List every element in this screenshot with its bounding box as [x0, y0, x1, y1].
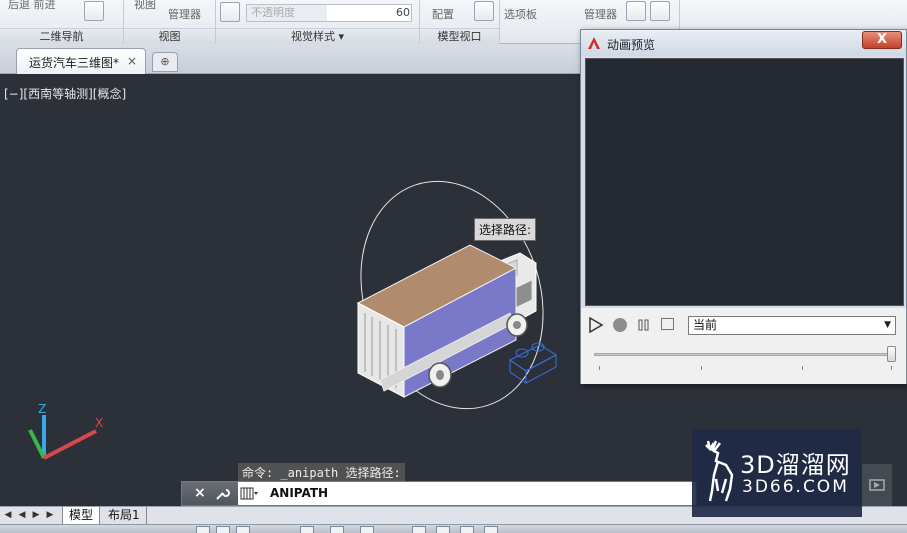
watermark-logo: 3D溜溜网 3D66.COM	[692, 429, 862, 517]
pause-icon[interactable]	[638, 319, 650, 331]
slider-tick	[599, 366, 600, 370]
status-toggle[interactable]	[236, 526, 250, 533]
ucs-icon: Z X	[28, 402, 103, 460]
command-input[interactable]: ANIPATH	[270, 486, 328, 500]
frame-slider-track[interactable]	[594, 353, 892, 356]
ribbon-panel-title: 二维导航	[0, 28, 123, 44]
tab-layout1[interactable]: 布局1	[102, 507, 147, 525]
viewport-config-label[interactable]: 配置	[432, 6, 454, 22]
animation-controls: 当前 ▼	[581, 308, 906, 384]
ribbon-panel-visual-styles: 不透明度 60 视觉样式 ▾	[216, 0, 420, 44]
slider-tick	[891, 366, 892, 370]
properties-icon[interactable]	[626, 1, 646, 21]
dialog-title: 动画预览	[607, 38, 656, 52]
svg-text:Z: Z	[38, 402, 46, 416]
frame-slider-thumb[interactable]	[887, 346, 896, 362]
named-viewports-icon[interactable]	[474, 1, 494, 21]
watermark-domain: 3D66.COM	[742, 477, 849, 497]
command-line-tools: ×	[182, 482, 238, 505]
last-tab-icon[interactable]: ▶	[44, 509, 56, 522]
ribbon-panel-model-viewports: 配置 模型视口	[420, 0, 500, 44]
ribbon-panel-view: 视图 管理器 视图	[124, 0, 216, 44]
design-center-icon[interactable]	[650, 1, 670, 21]
wrench-icon[interactable]	[214, 486, 230, 502]
view-button-label[interactable]: 视图	[134, 0, 156, 12]
close-icon[interactable]: ×	[194, 485, 206, 501]
status-toggle[interactable]	[460, 526, 474, 533]
command-line[interactable]: × ANIPATH	[181, 481, 697, 506]
visual-style-value: 当前	[693, 318, 718, 332]
svg-text:X: X	[95, 416, 103, 430]
deer-logo-icon	[705, 440, 734, 502]
visual-style-select[interactable]: 当前 ▼	[688, 316, 896, 335]
autocad-logo-icon	[588, 37, 600, 49]
status-toggle[interactable]	[484, 526, 498, 533]
close-button[interactable]: X	[862, 31, 902, 49]
save-animation-icon[interactable]	[661, 318, 674, 330]
slider-tick	[701, 366, 702, 370]
chevron-down-icon: ▼	[884, 320, 891, 330]
command-history: 命令: _anipath 选择路径:	[238, 463, 405, 482]
ribbon-panel-title: 模型视口	[420, 28, 499, 44]
animation-preview-dialog: 动画预览 X 当前 ▼	[580, 29, 907, 384]
ribbon-panel-2d-navigation: 后退 前进 二维导航	[0, 0, 124, 44]
opacity-slider[interactable]: 不透明度	[246, 4, 412, 22]
status-toggle[interactable]	[436, 526, 450, 533]
tab-model[interactable]: 模型	[62, 507, 101, 525]
truck-model	[356, 244, 537, 398]
visual-style-icon[interactable]	[220, 2, 240, 22]
plus-icon: ⊕	[160, 55, 170, 68]
opacity-value: 60	[396, 6, 410, 19]
ribbon-back-forward-label: 后退 前进	[8, 0, 56, 11]
document-tab-label: 运货汽车三维图*	[29, 56, 120, 70]
sheet-set-manager-label[interactable]: 管理器	[584, 6, 617, 22]
document-tab[interactable]: 运货汽车三维图* ×	[16, 48, 146, 74]
zoom-extents-button[interactable]	[84, 1, 104, 21]
command-icon[interactable]	[240, 487, 258, 500]
tool-palettes-label[interactable]: 选项板	[504, 6, 537, 22]
first-tab-icon[interactable]: ◀	[2, 509, 14, 522]
opacity-label: 不透明度	[247, 5, 327, 21]
watermark-title: 3D溜溜网	[740, 451, 851, 479]
status-toggle[interactable]	[412, 526, 426, 533]
prev-tab-icon[interactable]: ◀	[16, 509, 28, 522]
select-path-tooltip: 选择路径:	[474, 218, 537, 241]
animation-preview-screen	[585, 58, 904, 306]
ribbon-panel-title[interactable]: 视觉样式 ▾	[216, 28, 419, 44]
dialog-title-bar[interactable]: 动画预览 X	[581, 30, 906, 56]
status-toggle[interactable]	[360, 526, 374, 533]
close-tab-icon[interactable]: ×	[127, 54, 137, 68]
status-toggle[interactable]	[216, 526, 230, 533]
status-toggle[interactable]	[330, 526, 344, 533]
new-tab-button[interactable]: ⊕	[152, 52, 178, 72]
status-bar	[0, 524, 907, 533]
stop-icon[interactable]	[613, 318, 627, 332]
view-manager-label[interactable]: 管理器	[168, 6, 201, 22]
next-tab-icon[interactable]: ▶	[30, 509, 42, 522]
status-toggle[interactable]	[300, 526, 314, 533]
autocad-window: 后退 前进 二维导航 视图 管理器 视图 不透明度 60 视觉样式 ▾ 配置 模…	[0, 0, 907, 533]
ribbon-panel-title: 视图	[124, 28, 215, 44]
status-toggle[interactable]	[196, 526, 210, 533]
play-icon[interactable]	[588, 317, 604, 333]
slider-tick	[802, 366, 803, 370]
